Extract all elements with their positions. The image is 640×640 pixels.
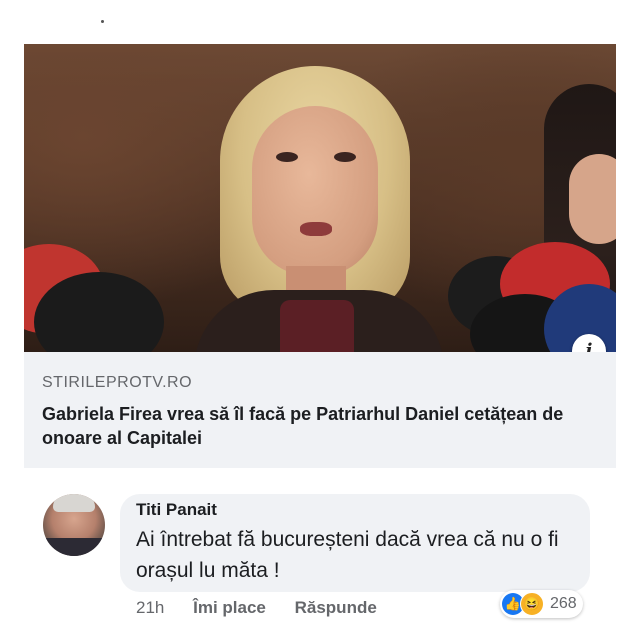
link-preview-card[interactable]: i STIRILEPROTV.RO Gabriela Firea vrea să…	[24, 44, 616, 468]
subject-mouth	[300, 222, 332, 236]
reaction-summary[interactable]: 👍 😆 268	[500, 590, 583, 618]
decorative-dot	[101, 20, 104, 23]
background-person-face	[569, 154, 616, 244]
commenter-avatar[interactable]	[43, 494, 105, 556]
avatar-hair	[53, 494, 95, 512]
comment-author[interactable]: Titi Panait	[136, 500, 217, 520]
subject-collar	[280, 300, 354, 352]
reply-button[interactable]: Răspunde	[295, 598, 377, 617]
comment-bubble: Titi Panait Ai întrebat fă bucureșteni d…	[120, 494, 590, 592]
reaction-count: 268	[550, 595, 577, 612]
subject-eye-left	[276, 152, 298, 162]
link-headline[interactable]: Gabriela Firea vrea să îl facă pe Patria…	[42, 402, 602, 450]
link-source-domain: STIRILEPROTV.RO	[42, 374, 193, 391]
avatar-shirt	[43, 538, 105, 556]
like-button[interactable]: Îmi place	[193, 598, 266, 617]
subject-eye-right	[334, 152, 356, 162]
comment-text: Ai întrebat fă bucureșteni dacă vrea că …	[136, 528, 559, 582]
haha-icon: 😆	[520, 592, 544, 616]
article-photo[interactable]: i	[24, 44, 616, 352]
comment-timestamp[interactable]: 21h	[136, 598, 164, 617]
subject-face	[252, 106, 378, 276]
comment-actions: 21h Îmi place Răspunde	[136, 598, 401, 618]
